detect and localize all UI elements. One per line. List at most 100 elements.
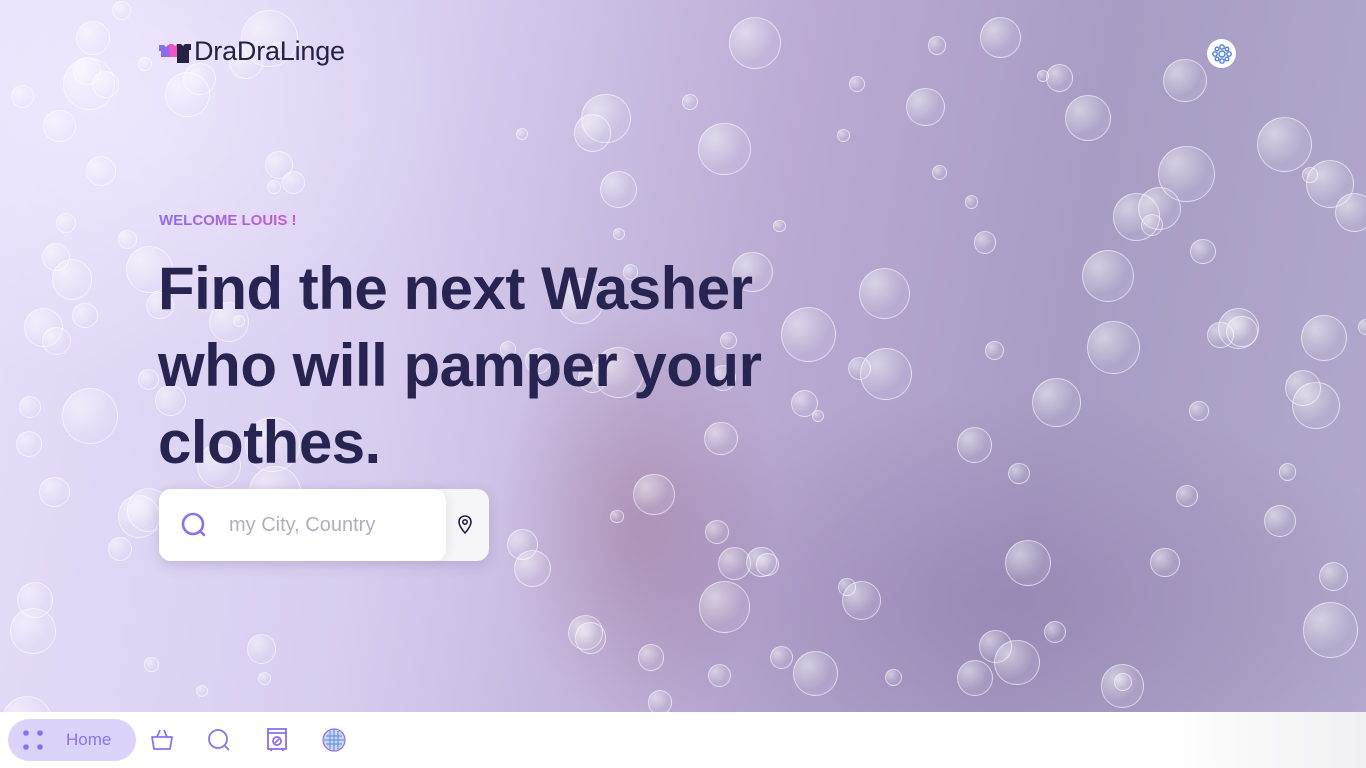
bubble [769,645,794,670]
bubble [117,495,161,538]
bubble [51,259,92,300]
bubble [574,621,607,654]
bubble [581,93,632,144]
bubble [773,220,786,233]
bubble [849,76,866,93]
profile-avatar-button[interactable] [1207,39,1236,68]
bubble [111,0,132,21]
bubble [138,57,152,71]
nav-search-icon[interactable] [207,728,231,752]
bubble [1043,620,1067,644]
bubble [612,227,626,241]
bubble [247,634,277,664]
bubble [1045,64,1074,92]
bubble [1081,250,1135,303]
bubble [610,509,624,524]
bubble [931,164,948,180]
bubble [1302,602,1359,658]
bubble [56,212,77,234]
bubble [85,156,117,187]
search-icon [181,512,206,537]
bubble [836,128,851,143]
bubble [108,536,133,561]
bubble [1257,117,1313,173]
location-search-input[interactable] [227,512,431,538]
nav-washing-machine-icon[interactable] [266,728,288,752]
bubble [165,72,210,118]
bubble [1112,193,1161,241]
bubble [708,664,732,688]
dots-grid-icon [23,730,43,750]
bubble [514,550,552,588]
bottom-navigation: Home [0,712,1366,768]
bubble [1207,322,1234,349]
bubble [956,427,993,463]
bubble [717,546,751,580]
bubble [698,122,751,175]
bubble [637,644,665,671]
bubble [117,230,137,249]
bubble [43,109,76,143]
bubble [927,36,947,55]
bubble [1031,378,1081,427]
nav-home-label: Home [66,730,112,749]
bubble [19,395,42,419]
bubble [1300,314,1347,361]
bubble [144,657,159,672]
avatar-pattern-icon [1211,43,1232,64]
bubble [704,520,729,544]
bubble [11,85,35,109]
bubble [1065,95,1112,142]
bubble [39,476,70,508]
nav-basket-icon[interactable] [150,728,174,752]
bubble [258,671,272,685]
bubble [647,689,673,712]
bubble [282,170,306,194]
bubble [985,341,1005,361]
bubble [61,388,118,445]
bubble [993,639,1040,686]
bubble [957,660,994,697]
bubble [699,581,751,633]
bubble [515,127,529,141]
bubble [195,684,208,698]
nav-home[interactable]: Home [8,719,136,761]
location-pin-button[interactable] [457,515,473,535]
bubble [75,20,111,55]
bubble [756,553,779,576]
brand-name: DraDraLinge [194,36,345,66]
bubble [1357,319,1366,336]
bubble [792,651,838,697]
bubble [266,179,282,195]
bubble [600,170,638,209]
bubble [1305,160,1354,209]
bubble [1007,462,1030,485]
bubble [72,302,99,329]
nav-profile-icon[interactable] [322,728,346,752]
bubble [1004,539,1051,586]
bubble [837,578,856,596]
bubble [1163,58,1207,103]
bubble [1319,561,1349,592]
bubble [1158,146,1215,203]
bubble [1150,547,1180,578]
logo[interactable]: DraDraLinge [159,38,345,65]
logo-shirts-icon [159,44,191,63]
bubble [682,93,699,110]
bubble [980,16,1022,58]
bubble [964,195,979,209]
bubble [2,696,53,712]
bubble [1175,485,1198,508]
welcome-text: WELCOME LOUIS ! [159,212,297,229]
bubble [858,268,910,320]
bubble [1100,664,1145,709]
bubble [1292,381,1340,429]
bubble [1264,505,1297,538]
hero-headline: Find the next Washer who will pamper you… [158,255,762,476]
bubble [906,87,945,126]
bubble [1087,320,1140,374]
bubble [973,231,997,254]
bubble [42,326,71,356]
bubble [10,608,57,654]
bubble [1190,238,1216,265]
